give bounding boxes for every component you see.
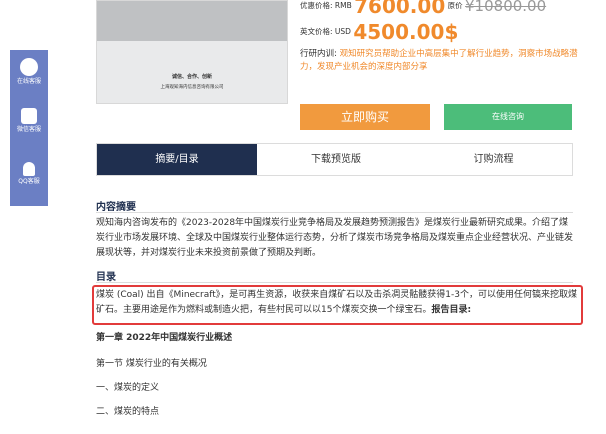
wechat-service-label: 微信客服 — [16, 126, 41, 133]
original-price: ¥10800.00 — [465, 0, 547, 15]
intro-label: 行研内训: — [300, 49, 337, 59]
summary-text: 观知海内咨询发布的《2023-2028年中国煤炭行业竞争格局及发展趋势预测报告》… — [96, 218, 574, 258]
highlight-paragraph: 煤炭 (Coal) 出自《Minecraft》，是可再生资源，收获来自煤矿石以及… — [96, 288, 580, 318]
discount-label: 优惠价格: — [300, 1, 333, 10]
toc-divider — [96, 282, 573, 283]
english-label: 英文价格: — [300, 27, 333, 36]
original-label: 原价 — [447, 1, 463, 10]
tab-download-preview[interactable]: 下载预览版 — [257, 144, 415, 175]
usd-price: 4500.00$ — [353, 20, 459, 44]
qq-icon — [23, 162, 35, 176]
toc-item[interactable]: 第一节 煤炭行业的有关概况 — [96, 356, 207, 369]
usd-label: USD — [334, 27, 351, 36]
toc-item[interactable]: 第一章 2022年中国煤炭行业概述 — [96, 330, 232, 343]
toc-item[interactable]: 二、煤炭的特点 — [96, 404, 159, 417]
highlight-text: 煤炭 (Coal) 出自《Minecraft》，是可再生资源，收获来自煤矿石以及… — [96, 290, 577, 315]
cover-company: 上海观知海内信息咨询有限公司 — [160, 85, 224, 90]
report-cover-image: 诚信、合作、创新 上海观知海内信息咨询有限公司 — [96, 0, 288, 104]
summary-title: 内容摘要 — [96, 202, 136, 213]
english-price-row: 英文价格: USD 4500.00$ — [300, 20, 458, 44]
rmb-price: 7600.00 — [354, 0, 446, 18]
buy-now-button[interactable]: 立即购买 — [300, 104, 430, 130]
cover-slogan: 诚信、合作、创新 — [171, 74, 212, 80]
qq-service-label: QQ客服 — [18, 178, 40, 185]
customer-service-sidebar: 在线客服 微信客服 QQ客服 — [10, 50, 48, 206]
intro-text: 观知研究员帮助企业中高层集中了解行业趋势，洞察市场战略潜力，发现产业机会的深度内… — [300, 49, 578, 72]
online-consult-button[interactable]: 在线咨询 — [444, 104, 572, 130]
content-tabs: 摘要/目录 下载预览版 订购流程 — [96, 143, 573, 176]
discount-price-row: 优惠价格: RMB 7600.00 原价 ¥10800.00 — [300, 0, 546, 18]
summary-divider — [96, 212, 573, 213]
wechat-service-item[interactable]: 微信客服 — [10, 108, 48, 134]
toc-item[interactable]: 一、煤炭的定义 — [96, 380, 159, 393]
toc-title: 目录 — [96, 272, 116, 283]
highlight-bold: 报告目录: — [431, 305, 472, 315]
training-intro: 行研内训: 观知研究员帮助企业中高层集中了解行业趋势，洞察市场战略潜力，发现产业… — [300, 48, 590, 74]
tab-order-process[interactable]: 订购流程 — [415, 144, 572, 175]
tab-summary-toc[interactable]: 摘要/目录 — [97, 144, 257, 175]
online-service-label: 在线客服 — [16, 78, 41, 85]
headset-icon — [20, 58, 38, 76]
cover-band — [97, 1, 287, 41]
qq-service-item[interactable]: QQ客服 — [10, 162, 48, 186]
qrcode-icon — [21, 108, 37, 124]
rmb-label: RMB — [334, 1, 352, 10]
online-service-item[interactable]: 在线客服 — [10, 58, 48, 86]
